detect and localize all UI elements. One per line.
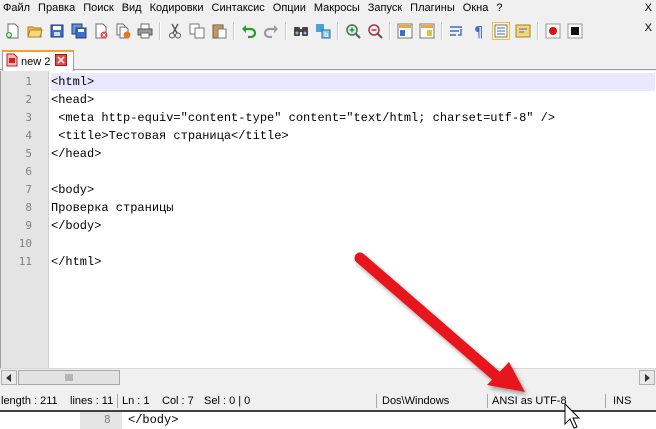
scroll-thumb[interactable] xyxy=(18,370,120,385)
toolbar-separator xyxy=(537,22,539,40)
status-divider xyxy=(376,394,377,408)
menu-syntax[interactable]: Синтаксис xyxy=(208,0,269,16)
status-length: length : 211 xyxy=(1,395,58,407)
status-lines: lines : 11 xyxy=(70,395,114,407)
menu-edit[interactable]: Правка xyxy=(34,0,79,16)
menu-windows[interactable]: Окна xyxy=(459,0,493,16)
current-line-highlight xyxy=(51,73,655,91)
menu-view[interactable]: Вид xyxy=(118,0,146,16)
line-number: 2 xyxy=(25,93,32,106)
tab-bar: new 2 xyxy=(0,48,656,71)
show-all-chars-icon[interactable]: ¶ xyxy=(470,22,488,40)
code-line[interactable]: </head> xyxy=(51,145,101,163)
stop-macro-icon[interactable] xyxy=(566,22,584,40)
zoom-out-icon[interactable] xyxy=(366,22,384,40)
background-window: 8 </body> xyxy=(0,410,656,429)
menu-help[interactable]: ? xyxy=(492,0,506,16)
toolbar-separator xyxy=(441,22,443,40)
status-encoding: ANSI as UTF-8 xyxy=(492,395,567,407)
toolbar-separator xyxy=(159,22,161,40)
close-all-icon[interactable] xyxy=(114,22,132,40)
doc-close-button[interactable]: X xyxy=(645,22,652,34)
status-col: Col : 7 xyxy=(162,395,194,407)
menu-run[interactable]: Запуск xyxy=(364,0,406,16)
menu-plugins[interactable]: Плагины xyxy=(406,0,459,16)
line-number: 7 xyxy=(25,183,32,196)
line-number: 1 xyxy=(25,75,32,88)
toolbar-separator xyxy=(285,22,287,40)
open-file-icon[interactable] xyxy=(26,22,44,40)
menu-search[interactable]: Поиск xyxy=(79,0,117,16)
toolbar: b ¶ X xyxy=(0,18,656,44)
code-area[interactable]: <html> <head> <meta http-equiv="content-… xyxy=(51,71,655,368)
line-number-gutter: 1 2 3 4 5 6 7 8 9 10 11 xyxy=(1,71,49,368)
line-number: 8 xyxy=(25,201,32,214)
line-number: 4 xyxy=(25,129,32,142)
code-line[interactable]: Проверка страницы xyxy=(51,199,173,217)
background-code-line: </body> xyxy=(128,413,179,427)
copy-icon[interactable] xyxy=(188,22,206,40)
undo-icon[interactable] xyxy=(240,22,258,40)
line-number: 9 xyxy=(25,219,32,232)
menu-file[interactable]: Файл xyxy=(0,0,34,16)
zoom-in-icon[interactable] xyxy=(344,22,362,40)
code-line[interactable]: <head> xyxy=(51,91,94,109)
toolbar-separator xyxy=(337,22,339,40)
print-icon[interactable] xyxy=(136,22,154,40)
new-file-icon[interactable] xyxy=(4,22,22,40)
tab-label: new 2 xyxy=(21,55,51,68)
code-line[interactable]: <html> xyxy=(51,73,94,91)
code-line[interactable]: <title>Тестовая страница</title> xyxy=(51,127,288,145)
menu-encoding[interactable]: Кодировки xyxy=(146,0,208,16)
word-wrap-icon[interactable] xyxy=(448,22,466,40)
toolbar-separator xyxy=(389,22,391,40)
status-divider xyxy=(487,394,488,408)
line-number: 5 xyxy=(25,147,32,160)
code-line[interactable]: <meta http-equiv="content-type" content=… xyxy=(51,109,555,127)
status-eol: Dos\Windows xyxy=(382,395,450,407)
close-icon[interactable] xyxy=(92,22,110,40)
sync-horizontal-icon[interactable] xyxy=(418,22,436,40)
svg-text:b: b xyxy=(324,31,329,39)
line-number: 10 xyxy=(18,237,32,250)
line-number: 6 xyxy=(25,165,32,178)
svg-text:¶: ¶ xyxy=(474,23,484,39)
replace-icon[interactable]: b xyxy=(314,22,332,40)
horizontal-scrollbar[interactable] xyxy=(0,368,656,385)
menu-options[interactable]: Опции xyxy=(269,0,310,16)
status-ln: Ln : 1 xyxy=(122,395,150,407)
menu-close-button[interactable]: X xyxy=(645,0,652,16)
status-sel: Sel : 0 | 0 xyxy=(204,395,251,407)
line-number: 11 xyxy=(18,255,32,268)
document-icon xyxy=(6,53,18,70)
redo-icon[interactable] xyxy=(262,22,280,40)
status-divider xyxy=(117,394,118,408)
find-icon[interactable] xyxy=(292,22,310,40)
status-mode: INS xyxy=(613,395,632,407)
save-all-icon[interactable] xyxy=(70,22,88,40)
tab-new-2[interactable]: new 2 xyxy=(2,50,74,71)
save-icon[interactable] xyxy=(48,22,66,40)
editor[interactable]: 1 2 3 4 5 6 7 8 9 10 11 <html> <head> <m… xyxy=(0,71,656,368)
scroll-left-button[interactable] xyxy=(1,370,17,385)
record-macro-icon[interactable] xyxy=(544,22,562,40)
indent-guide-icon[interactable] xyxy=(492,22,510,40)
menu-bar: Файл Правка Поиск Вид Кодировки Синтакси… xyxy=(0,0,656,16)
status-divider xyxy=(605,394,606,408)
code-line[interactable]: <body> xyxy=(51,181,94,199)
background-line-number: 8 xyxy=(104,413,111,426)
toolbar-separator xyxy=(233,22,235,40)
paste-icon[interactable] xyxy=(210,22,228,40)
scroll-right-button[interactable] xyxy=(639,370,655,385)
status-bar: length : 211 lines : 11 Ln : 1 Col : 7 S… xyxy=(0,392,656,410)
sync-vertical-icon[interactable] xyxy=(396,22,414,40)
code-line[interactable]: </html> xyxy=(51,253,101,271)
code-line[interactable]: </body> xyxy=(51,217,101,235)
menu-macros[interactable]: Макросы xyxy=(310,0,364,16)
cut-icon[interactable] xyxy=(166,22,184,40)
background-gutter xyxy=(80,412,122,429)
line-number: 3 xyxy=(25,111,32,124)
user-lang-icon[interactable] xyxy=(514,22,532,40)
tab-close-icon[interactable] xyxy=(55,54,68,69)
